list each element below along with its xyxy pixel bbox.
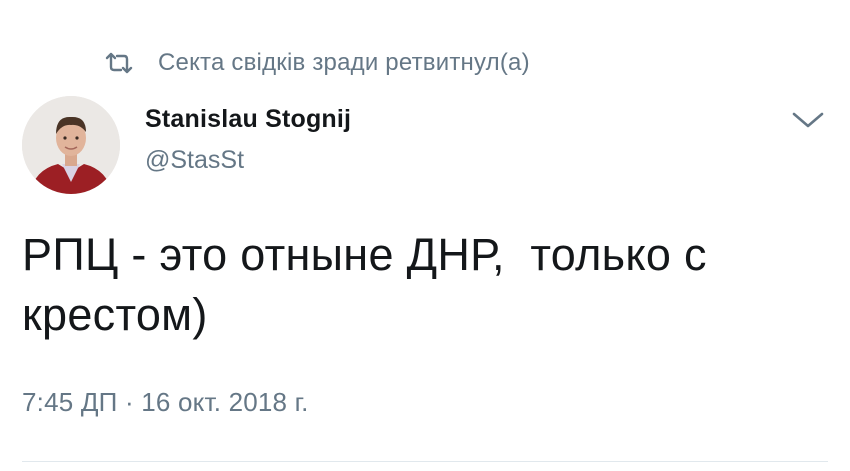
- avatar-photo: [22, 96, 120, 194]
- retweet-label[interactable]: Секта свідків зради ретвитнул(а): [158, 49, 530, 77]
- avatar[interactable]: [22, 96, 120, 194]
- chevron-down-icon[interactable]: [790, 108, 826, 132]
- author-handle[interactable]: @StasSt: [145, 146, 244, 175]
- retweet-context[interactable]: Секта свідків зради ретвитнул(а): [104, 46, 530, 80]
- tweet-text: РПЦ - это отныне ДНР, только с крестом): [22, 229, 720, 340]
- retweet-icon: [105, 52, 133, 74]
- tweet-timestamp[interactable]: 7:45 ДП · 16 окт. 2018 г.: [22, 387, 309, 418]
- divider: [22, 461, 828, 462]
- author-display-name[interactable]: Stanislau Stognij: [145, 105, 351, 134]
